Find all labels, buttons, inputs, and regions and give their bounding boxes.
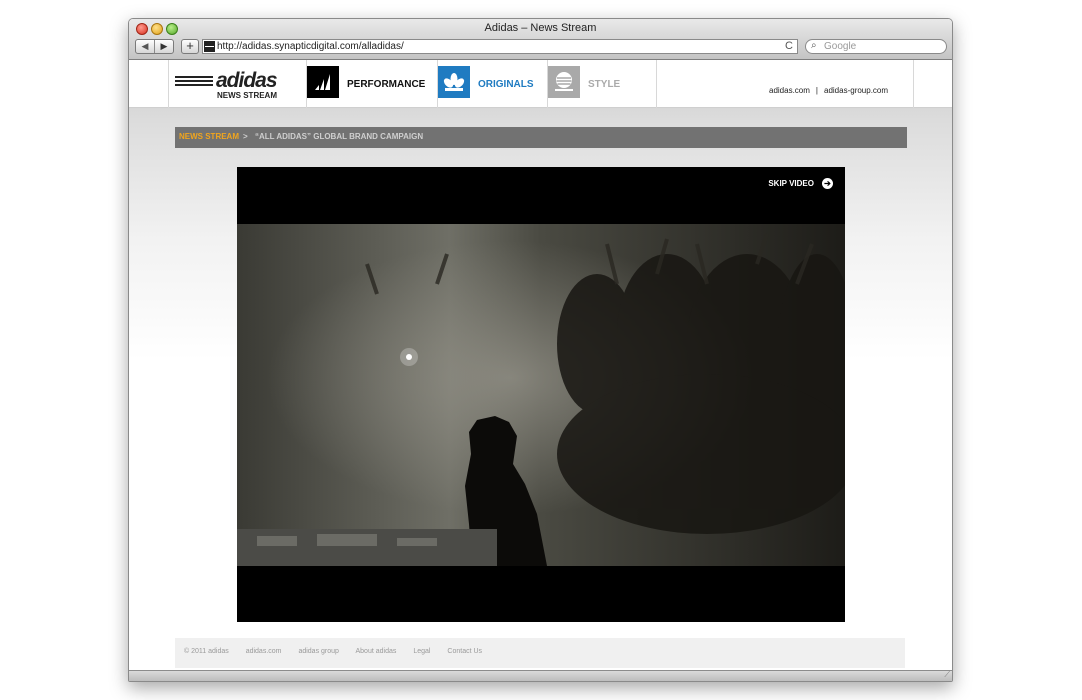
search-placeholder: Google [824,41,857,52]
trefoil-logo-icon [438,66,470,98]
header-links: adidas.com | adidas-group.com [769,86,888,95]
concert-video-still [237,224,845,566]
video-player[interactable]: SKIP VIDEO ➔ [237,167,845,622]
header-divider [913,60,914,108]
footer-links: © 2011 adidas adidas.com adidas group Ab… [184,648,497,655]
logo-stripes-icon [175,76,213,88]
url-text[interactable]: http://adidas.synapticdigital.com/alladi… [217,41,404,52]
footer-link-adidas-com[interactable]: adidas.com [246,648,282,655]
status-bar: ⟋ [129,670,952,681]
style-sphere-logo-icon [548,66,580,98]
footer-link-legal[interactable]: Legal [413,648,430,655]
skip-video-label: SKIP VIDEO [768,179,814,188]
browser-toolbar: Adidas – News Stream ◀ ▶ + http://adidas… [129,19,952,60]
breadcrumb-separator: > [243,132,248,141]
reload-icon[interactable]: C [785,40,793,52]
add-bookmark-button[interactable]: + [181,39,199,54]
footer-link-adidas-group[interactable]: adidas group [298,648,338,655]
logo-wordmark: adidas [216,69,278,92]
brand-performance-link[interactable]: PERFORMANCE [306,60,437,108]
footer-copyright: © 2011 adidas [184,648,229,655]
back-button[interactable]: ◀ [136,40,154,53]
arrow-right-circle-icon: ➔ [822,178,833,189]
brand-style-label: STYLE [588,79,621,90]
adidas-group-link[interactable]: adidas-group.com [824,86,888,95]
brand-originals-link[interactable]: ORIGINALS [437,60,547,108]
site-favicon-icon [204,41,215,52]
adidas-com-link[interactable]: adidas.com [769,86,810,95]
brand-originals-label: ORIGINALS [478,79,534,90]
performance-logo-icon [307,66,339,98]
search-field[interactable]: ⌕ Google [805,39,947,54]
skip-video-button[interactable]: SKIP VIDEO ➔ [768,178,833,189]
search-icon: ⌕ [811,40,817,51]
site-header: adidas NEWS STREAM PERFORMANCE ORIGINALS [129,60,952,108]
footer-link-about[interactable]: About adidas [355,648,396,655]
resize-grip-icon[interactable]: ⟋ [944,670,950,680]
browser-window: Adidas – News Stream ◀ ▶ + http://adidas… [128,18,953,682]
header-links-separator: | [815,86,818,95]
logo-subtitle: NEWS STREAM [217,91,277,100]
breadcrumb: NEWS STREAM > “ALL ADIDAS” GLOBAL BRAND … [175,127,907,148]
breadcrumb-current: “ALL ADIDAS” GLOBAL BRAND CAMPAIGN [255,132,424,141]
adidas-logo-link[interactable]: adidas NEWS STREAM [168,60,306,108]
brand-performance-label: PERFORMANCE [347,79,426,90]
back-forward-buttons: ◀ ▶ [135,39,174,54]
video-frame[interactable] [237,224,845,566]
page-footer: © 2011 adidas adidas.com adidas group Ab… [175,638,905,668]
footer-link-contact[interactable]: Contact Us [447,648,482,655]
address-bar[interactable]: http://adidas.synapticdigital.com/alladi… [202,39,798,54]
window-title: Adidas – News Stream [484,22,597,34]
forward-button[interactable]: ▶ [154,40,173,53]
brand-style-link[interactable]: STYLE [547,60,657,108]
page-viewport: adidas NEWS STREAM PERFORMANCE ORIGINALS [129,60,952,672]
breadcrumb-home-link[interactable]: NEWS STREAM [179,132,239,141]
